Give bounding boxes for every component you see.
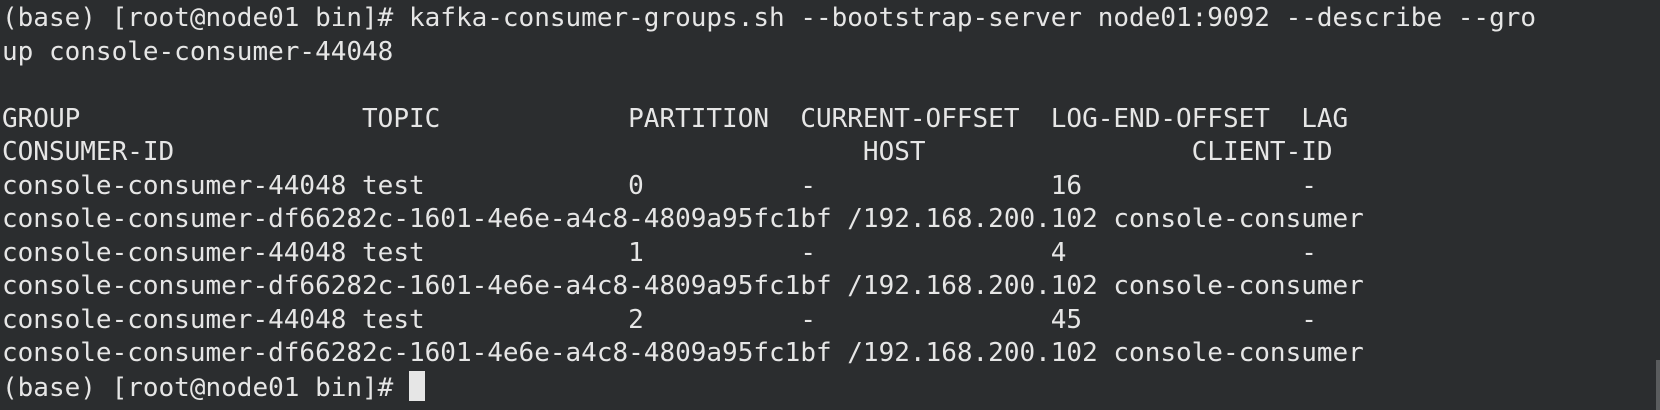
table-row-wrapped: console-consumer-df66282c-1601-4e6e-a4c8… [2,204,1364,234]
prompt-line[interactable]: (base) [root@node01 bin]# [2,370,1660,405]
text-cursor [409,370,425,401]
table-row-wrapped: console-consumer-df66282c-1601-4e6e-a4c8… [2,271,1364,301]
table-row-wrapped: console-consumer-df66282c-1601-4e6e-a4c8… [2,338,1364,368]
table-header-line-wrapped: CONSUMER-ID HOST CLIENT-ID [2,137,1333,167]
table-row: console-consumer-44048 test 1 - 4 - [2,237,1317,268]
terminal-window[interactable]: (base) [root@node01 bin]# kafka-consumer… [0,0,1660,410]
table-row: console-consumer-44048 test 0 - 16 - [2,170,1317,201]
command-line-wrapped: up console-consumer-44048 [2,36,394,67]
scrollbar[interactable] [1656,360,1660,410]
table-header-line: GROUP TOPIC PARTITION CURRENT-OFFSET LOG… [2,103,1349,134]
table-row: console-consumer-44048 test 2 - 45 - [2,304,1317,335]
command-line: (base) [root@node01 bin]# kafka-consumer… [2,3,1537,33]
shell-prompt: (base) [root@node01 bin]# [2,372,409,403]
